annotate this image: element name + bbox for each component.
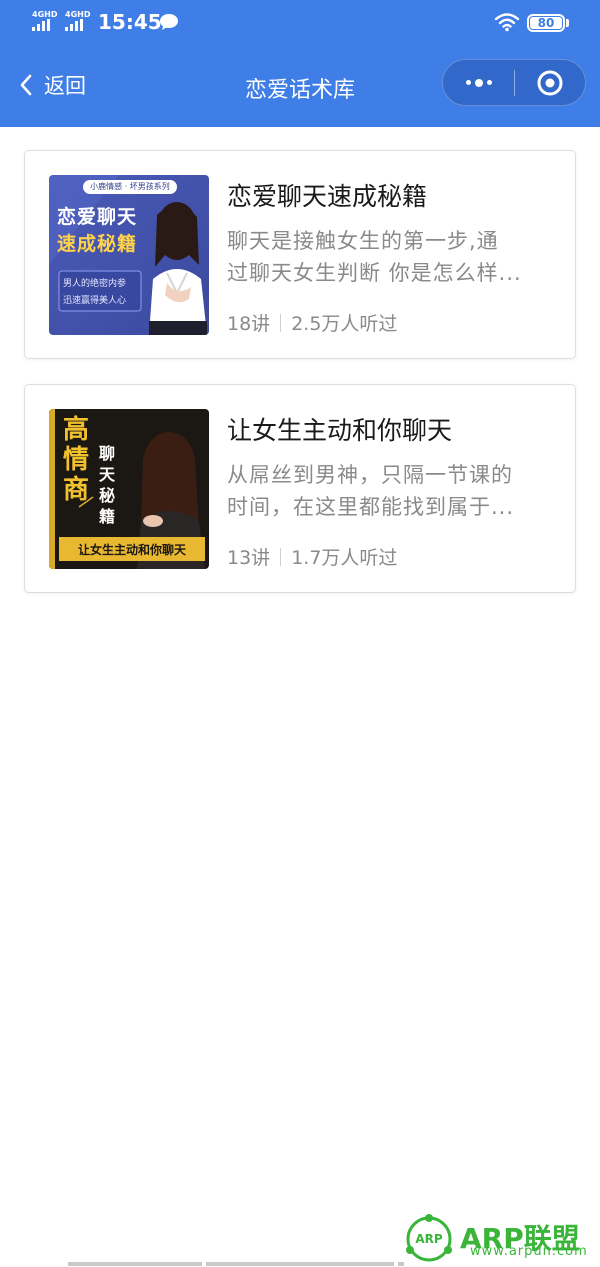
course-card[interactable]: 小鹿情感 · 坏男孩系列 恋爱聊天 速成秘籍 男人的绝密内参 迅速赢得美人心 恋… <box>24 150 576 359</box>
cover-quote-line2: 迅速赢得美人心 <box>63 296 127 306</box>
lesson-count: 18讲 <box>227 313 271 335</box>
course-cover-image: 高 情 商 聊 天 秘 籍 让女生主动和你聊天 <box>49 409 209 569</box>
course-cover-image: 小鹿情感 · 坏男孩系列 恋爱聊天 速成秘籍 男人的绝密内参 迅速赢得美人心 <box>49 175 209 335</box>
cover-series-label: 小鹿情感 · 坏男孩系列 <box>90 182 170 191</box>
meta-divider <box>280 547 282 566</box>
arp-logo-icon: ARP <box>404 1214 454 1264</box>
course-description-line: 聊天是接触女生的第一步,通 <box>227 229 499 253</box>
chat-bubble-icon <box>160 14 178 30</box>
cover-side-char: 聊 <box>99 444 116 463</box>
course-title: 让女生主动和你聊天 <box>227 416 453 445</box>
course-description-line: 过聊天女生判断 你是怎么样... <box>227 261 522 285</box>
course-description-line: 时间，在这里都能找到属于... <box>227 495 515 519</box>
meta-divider <box>280 313 282 332</box>
chevron-left-icon <box>20 74 32 96</box>
watermark-url: www.arpun.com <box>470 1244 588 1259</box>
cover-title-line2: 速成秘籍 <box>57 233 138 255</box>
course-card[interactable]: 高 情 商 聊 天 秘 籍 让女生主动和你聊天 让女生主动和你聊天 从屌丝到男神… <box>24 384 576 593</box>
back-label: 返回 <box>44 74 86 98</box>
cover-big-char: 高 <box>63 415 90 445</box>
logo-text: ARP <box>415 1232 443 1246</box>
signal-icon: 4GHD <box>65 10 90 31</box>
cover-big-char: 商 <box>63 475 90 505</box>
home-indicator-line <box>398 1262 404 1266</box>
listener-count: 1.7万人听过 <box>291 547 398 569</box>
battery-icon: 80 <box>527 14 565 32</box>
cover-side-char: 秘 <box>99 486 116 505</box>
listener-count: 2.5万人听过 <box>291 313 398 335</box>
more-button[interactable] <box>443 60 514 105</box>
course-description-line: 从屌丝到男神，只隔一节课的 <box>227 463 513 487</box>
cover-side-char: 籍 <box>99 507 116 526</box>
close-button[interactable] <box>515 60 585 105</box>
course-description: 从屌丝到男神，只隔一节课的 时间，在这里都能找到属于... <box>227 459 557 523</box>
header: 4GHD 4GHD 15:45 80 恋爱话术库 返回 <box>0 0 600 127</box>
cover-banner-text: 让女生主动和你聊天 <box>77 543 186 557</box>
cover-title-line1: 恋爱聊天 <box>57 206 138 228</box>
battery-level: 80 <box>537 16 555 30</box>
more-dots-icon <box>465 78 492 87</box>
course-meta: 18讲 2.5万人听过 <box>227 309 397 336</box>
cover-side-char: 天 <box>99 465 116 484</box>
course-meta: 13讲 1.7万人听过 <box>227 543 397 570</box>
target-close-icon <box>537 70 563 95</box>
cover-side-title: 聊 天 秘 籍 <box>99 443 115 527</box>
status-time: 15:45 <box>98 10 162 34</box>
nav-bar: 恋爱话术库 返回 <box>0 46 600 127</box>
cover-big-title: 高 情 商 <box>63 415 89 505</box>
back-button[interactable]: 返回 <box>18 70 86 100</box>
wifi-icon <box>494 13 520 32</box>
network-type: 4GHD <box>65 10 91 19</box>
network-type: 4GHD <box>32 10 58 19</box>
cover-big-char: 情 <box>63 445 90 475</box>
course-title: 恋爱聊天速成秘籍 <box>227 182 428 211</box>
cover-quote-line1: 男人的绝密内参 <box>63 279 127 289</box>
home-indicator-line <box>206 1262 394 1266</box>
signal-icon: 4GHD <box>32 10 57 31</box>
home-indicator-line <box>68 1262 202 1266</box>
mini-program-capsule <box>442 59 586 106</box>
course-description: 聊天是接触女生的第一步,通 过聊天女生判断 你是怎么样... <box>227 225 557 289</box>
status-bar: 4GHD 4GHD 15:45 80 <box>0 0 600 46</box>
lesson-count: 13讲 <box>227 547 271 569</box>
